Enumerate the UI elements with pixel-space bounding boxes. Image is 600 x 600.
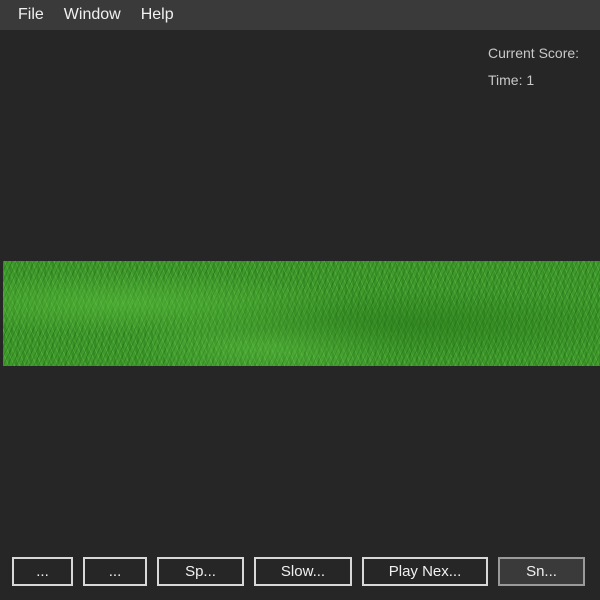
menu-help[interactable]: Help — [125, 6, 174, 24]
control-toolbar: ... ... Sp... Slow... Play Nex... Sn... — [0, 557, 600, 588]
score-panel: Current Score: Time: 1 — [488, 40, 579, 94]
snap-button[interactable]: Sn... — [498, 557, 585, 586]
current-score-label: Current Score: — [488, 45, 580, 61]
slow-button[interactable]: Slow... — [254, 557, 352, 586]
time-label: Time: 1 — [488, 72, 535, 88]
play-next-button[interactable]: Play Nex... — [362, 557, 488, 586]
game-window: File Window Help Current Score: Time: 1 … — [0, 0, 600, 600]
control-button-1[interactable]: ... — [12, 557, 73, 586]
menu-window[interactable]: Window — [48, 6, 121, 24]
menu-bar: File Window Help — [0, 0, 600, 30]
speed-button[interactable]: Sp... — [157, 557, 244, 586]
grass-track — [3, 261, 600, 366]
menu-file[interactable]: File — [0, 6, 44, 24]
control-button-2[interactable]: ... — [83, 557, 147, 586]
